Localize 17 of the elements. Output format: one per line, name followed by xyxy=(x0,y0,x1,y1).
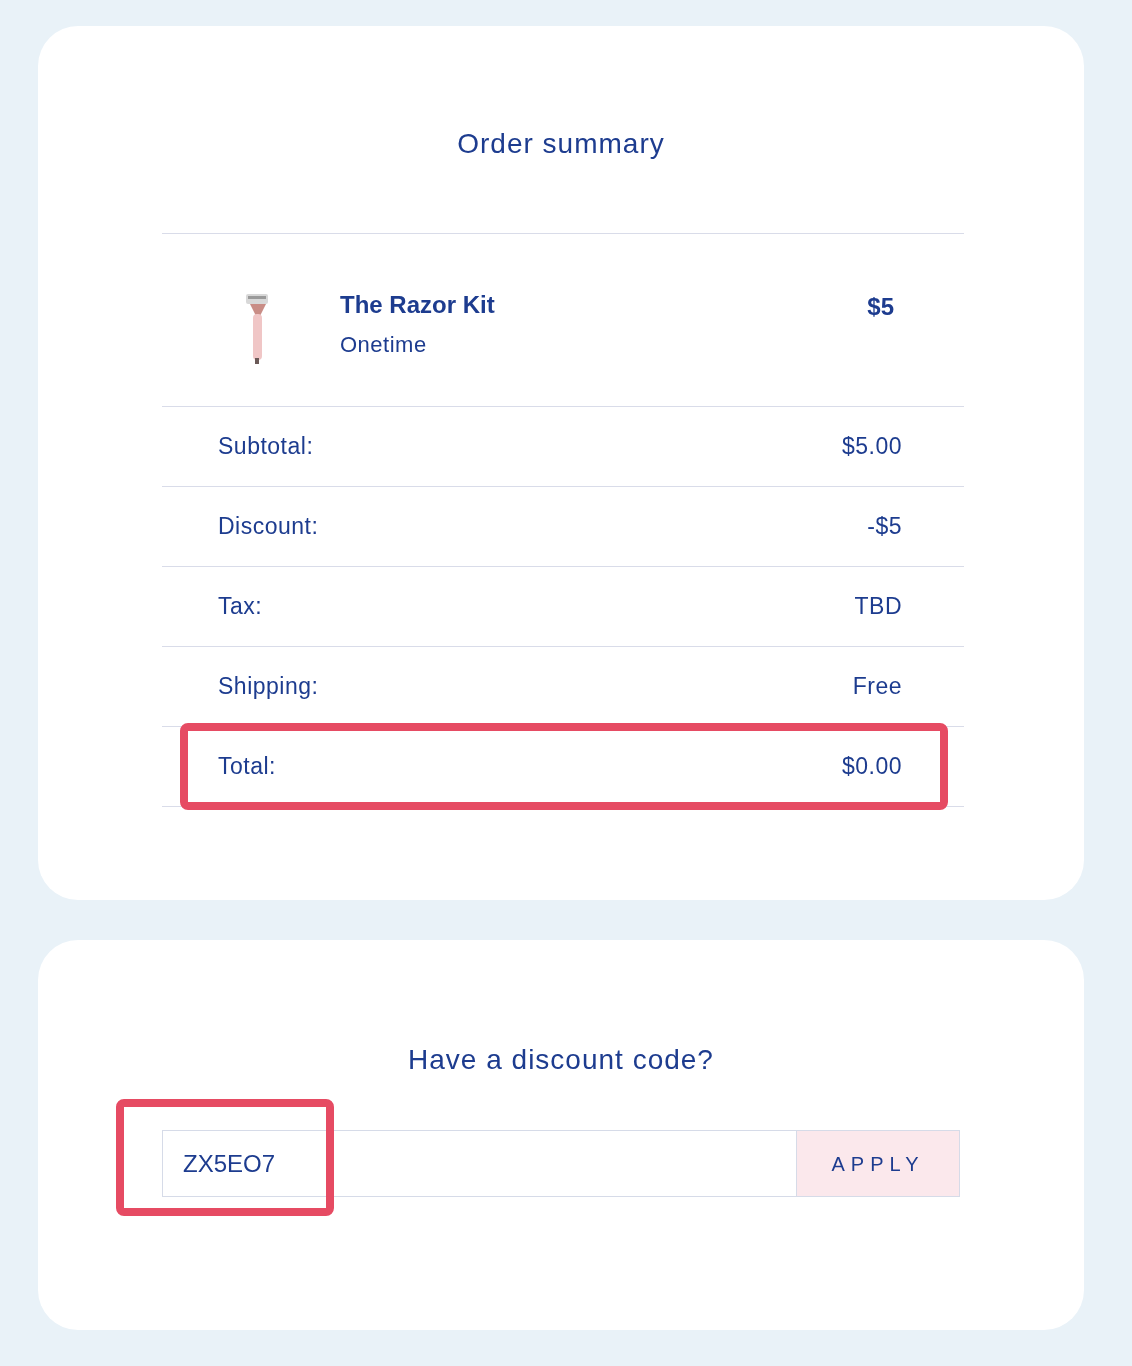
card-title: Order summary xyxy=(457,127,665,161)
row-label: Discount: xyxy=(218,512,319,542)
row-value: -$5 xyxy=(867,512,902,542)
discount-code-field[interactable]: ZX5EO7 xyxy=(162,1130,796,1197)
row-label: Subtotal: xyxy=(218,432,314,462)
row-value: TBD xyxy=(854,592,902,622)
row-value: $5.00 xyxy=(841,432,902,462)
row-value: Free xyxy=(852,672,902,702)
apply-button[interactable]: APPLY xyxy=(796,1130,960,1197)
row-label: Tax: xyxy=(218,592,263,622)
product-plan: Onetime xyxy=(340,331,428,359)
product-name: The Razor Kit xyxy=(340,290,495,320)
card-title: Have a discount code? xyxy=(408,1043,714,1077)
row-label: Shipping: xyxy=(218,672,319,702)
product-price: $5 xyxy=(867,292,894,322)
row-value: $0.00 xyxy=(841,752,902,782)
row-label: Total: xyxy=(218,752,276,782)
